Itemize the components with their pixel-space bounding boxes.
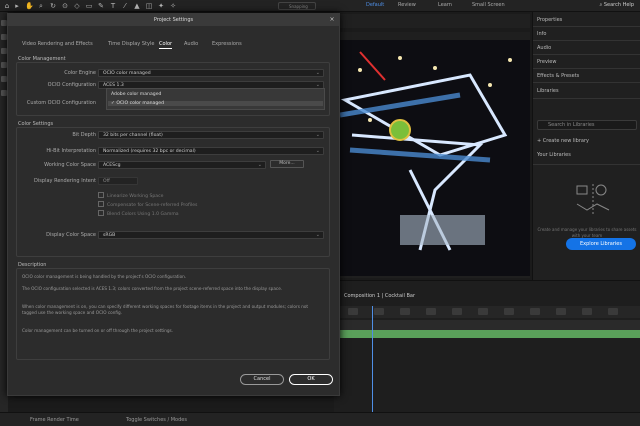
create-library-label: Create new library — [542, 138, 589, 144]
pen-tool-icon[interactable]: ✎ — [97, 2, 105, 10]
tab-time-display[interactable]: Time Display Style — [108, 41, 154, 47]
stamp-tool-icon[interactable]: ▲ — [133, 2, 141, 10]
dropdown-item-ocio-label: OCIO color managed — [116, 101, 165, 106]
dialog-title: Project Settings — [8, 14, 339, 26]
working-space-select[interactable]: ACEScg ⌄ — [98, 161, 266, 169]
zoom-tool-icon[interactable]: ⌕ — [37, 2, 45, 10]
description-line: OCIO color management is being handled b… — [22, 274, 187, 279]
libraries-illustration-icon — [576, 184, 610, 214]
color-engine-dropdown: Adobe color managed ✓ OCIO color managed — [106, 88, 325, 110]
description-line: The OCIO configuration selected is ACES … — [22, 286, 283, 291]
chevron-down-icon: ⌄ — [315, 70, 320, 76]
status-bar: Frame Render Time Toggle Switches / Mode… — [0, 412, 640, 426]
home-icon[interactable]: ⌂ — [3, 2, 11, 10]
pan-behind-icon[interactable]: ◇ — [73, 2, 81, 10]
hi-bit-value: Normalized (requires 32 bpc or decimal) — [103, 149, 196, 154]
playhead[interactable] — [372, 306, 373, 412]
selection-tool-icon[interactable]: ▸ — [13, 2, 21, 10]
compensate-checkbox[interactable]: Compensate for Scene-referred Profiles — [98, 201, 197, 208]
workspace-tab-small-screen[interactable]: Small Screen — [472, 2, 505, 8]
snapping-toggle[interactable]: Snapping — [278, 2, 316, 10]
display-space-select[interactable]: sRGB ⌄ — [98, 231, 324, 239]
search-help-field[interactable]: ⌕ Search Help — [599, 2, 634, 8]
layer-duration-bar[interactable] — [334, 330, 640, 338]
your-libraries-heading: Your Libraries — [537, 152, 571, 158]
frame-render-time: Frame Render Time — [30, 417, 79, 423]
tab-expressions[interactable]: Expressions — [212, 41, 242, 47]
close-icon[interactable]: × — [328, 16, 336, 24]
panel-libraries[interactable]: Libraries — [537, 88, 559, 94]
timeline-ruler[interactable] — [334, 306, 640, 318]
blend-gamma-checkbox[interactable]: Blend Colors Using 1.0 Gamma — [98, 210, 179, 217]
tab-audio[interactable]: Audio — [184, 41, 198, 47]
bit-depth-label: Bit Depth — [72, 132, 96, 138]
panel-properties[interactable]: Properties — [537, 17, 562, 23]
search-help-label: Search Help — [603, 2, 634, 8]
chevron-down-icon: ⌄ — [315, 148, 320, 154]
library-search-input[interactable]: Search in Libraries — [537, 120, 637, 130]
rotate-tool-icon[interactable]: ↻ — [49, 2, 57, 10]
dropdown-item-ocio[interactable]: ✓ OCIO color managed — [108, 101, 323, 106]
rectangle-tool-icon[interactable]: ▭ — [85, 2, 93, 10]
neon-cocktail-sign-image — [340, 51, 512, 251]
create-library-button[interactable]: + Create new library — [537, 138, 589, 144]
dropdown-item-adobe[interactable]: Adobe color managed — [111, 92, 161, 97]
composition-preview-image — [340, 40, 530, 276]
description-line: Color management can be turned on or off… — [22, 328, 174, 333]
panel-preview[interactable]: Preview — [537, 59, 556, 65]
chevron-down-icon: ⌄ — [257, 162, 262, 168]
puppet-tool-icon[interactable]: ✧ — [169, 2, 177, 10]
project-settings-dialog: Project Settings × Video Rendering and E… — [7, 13, 340, 396]
display-rendering-label: Display Rendering Intent — [34, 178, 96, 184]
chevron-down-icon: ⌄ — [315, 132, 320, 138]
brush-tool-icon[interactable]: ⁄ — [121, 2, 129, 10]
type-tool-icon[interactable]: T — [109, 2, 117, 10]
hand-tool-icon[interactable]: ✋ — [25, 2, 34, 10]
timeline-comp-tab[interactable]: Composition 1 | Cocktail Bar — [344, 293, 415, 299]
linearize-checkbox[interactable]: Linearize Working Space — [98, 192, 163, 199]
eraser-tool-icon[interactable]: ◫ — [145, 2, 153, 10]
display-rendering-value: Off — [103, 179, 110, 184]
working-space-value: ACEScg — [103, 163, 121, 168]
bit-depth-value: 32 bits per channel (float) — [103, 133, 163, 138]
panel-info[interactable]: Info — [537, 31, 546, 37]
more-button[interactable]: More... — [270, 160, 304, 168]
cancel-button[interactable]: Cancel — [240, 374, 284, 385]
display-rendering-select[interactable]: Off — [98, 177, 138, 185]
workspace-tab-learn[interactable]: Learn — [438, 2, 452, 8]
explore-libraries-button[interactable]: Explore Libraries — [566, 238, 636, 250]
workspace-tab-default[interactable]: Default — [366, 2, 384, 8]
color-engine-label: Color Engine — [64, 70, 96, 76]
working-space-label: Working Color Space — [44, 162, 96, 168]
panel-audio[interactable]: Audio — [537, 45, 551, 51]
color-engine-select[interactable]: OCIO color managed ⌄ — [98, 69, 324, 77]
app-menu-bar: ⌂ ▸ ✋ ⌕ ↻ ⊙ ◇ ▭ ✎ T ⁄ ▲ ◫ ✦ ✧ Snapping D… — [0, 0, 640, 12]
toggle-switches-modes[interactable]: Toggle Switches / Modes — [126, 417, 187, 423]
tab-video-rendering[interactable]: Video Rendering and Effects — [22, 41, 93, 47]
composition-viewer-tabs — [334, 14, 530, 28]
camera-tool-icon[interactable]: ⊙ — [61, 2, 69, 10]
color-engine-value: OCIO color managed — [103, 71, 151, 76]
workspace-tab-review[interactable]: Review — [398, 2, 416, 8]
hi-bit-label: Hi-Bit Interpretation — [46, 148, 96, 154]
panel-effects-presets[interactable]: Effects & Presets — [537, 73, 579, 79]
custom-ocio-label: Custom OCIO Configuration — [26, 100, 96, 106]
tab-color[interactable]: Color — [159, 41, 173, 49]
timeline-panel — [334, 280, 640, 412]
hi-bit-select[interactable]: Normalized (requires 32 bpc or decimal) ⌄ — [98, 147, 324, 155]
display-space-value: sRGB — [103, 233, 116, 238]
roto-tool-icon[interactable]: ✦ — [157, 2, 165, 10]
display-space-label: Display Color Space — [46, 232, 96, 238]
ok-button[interactable]: OK — [289, 374, 333, 385]
chevron-down-icon: ⌄ — [315, 232, 320, 238]
description-line: When color management is on, you can spe… — [22, 304, 309, 315]
ocio-config-label: OCIO Configuration — [47, 82, 96, 88]
bit-depth-select[interactable]: 32 bits per channel (float) ⌄ — [98, 131, 324, 139]
